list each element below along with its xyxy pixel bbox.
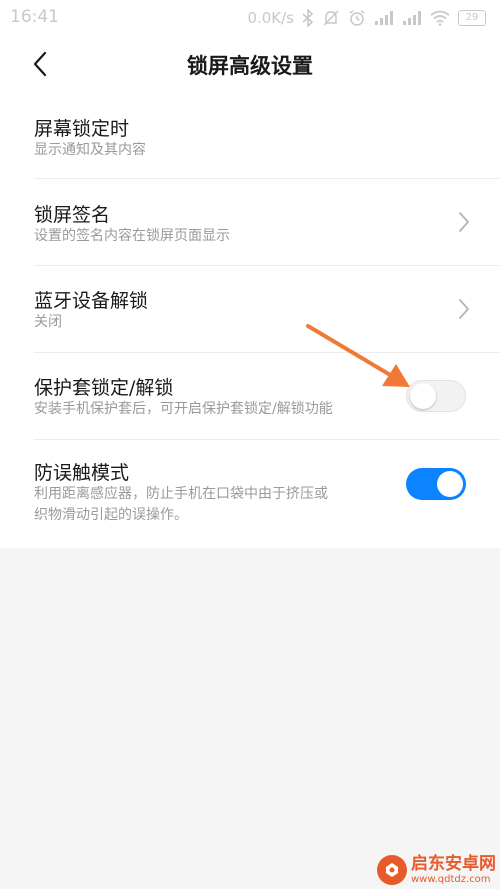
- watermark-name: 启东安卓网: [411, 854, 496, 875]
- setting-lock-screen-timer[interactable]: 屏幕锁定时 显示通知及其内容: [0, 92, 500, 178]
- setting-title: 屏幕锁定时: [34, 118, 130, 140]
- setting-subtitle: 关闭: [34, 314, 62, 330]
- setting-subtitle: 安装手机保护套后，可开启保护套锁定/解锁功能: [34, 401, 333, 417]
- setting-bluetooth-unlock[interactable]: 蓝牙设备解锁 关闭: [0, 266, 500, 352]
- setting-subtitle: 设置的签名内容在锁屏页面显示: [34, 228, 230, 244]
- alarm-icon: [349, 10, 365, 26]
- setting-title: 锁屏签名: [34, 204, 111, 226]
- watermark-logo-icon: [377, 855, 407, 885]
- annotation-arrow: [306, 324, 410, 387]
- setting-lock-screen-signature[interactable]: 锁屏签名 设置的签名内容在锁屏页面显示: [0, 179, 500, 265]
- title-bar: 锁屏高级设置: [0, 36, 500, 92]
- setting-cover-lock-unlock: 保护套锁定/解锁 安装手机保护套后，可开启保护套锁定/解锁功能: [0, 353, 500, 439]
- status-time: 16:41: [10, 7, 59, 27]
- anti-mistouch-toggle[interactable]: [406, 468, 466, 500]
- network-speed: 0.0K/s: [247, 9, 294, 27]
- setting-title: 保护套锁定/解锁: [34, 377, 174, 399]
- page-title: 锁屏高级设置: [187, 54, 313, 78]
- setting-subtitle: 织物滑动引起的误操作。: [34, 507, 188, 523]
- wifi-icon: [430, 10, 450, 26]
- bluetooth-icon: [302, 9, 314, 27]
- status-bar: 16:41 0.0K/s 29: [0, 0, 500, 36]
- settings-list: 屏幕锁定时 显示通知及其内容 锁屏签名 设置的签名内容在锁屏页面显示 蓝牙设备解…: [0, 92, 500, 548]
- signal-icon: [403, 11, 421, 25]
- toggle-knob: [437, 471, 463, 497]
- setting-title: 防误触模式: [34, 462, 130, 484]
- status-icons: 0.0K/s 29: [247, 8, 486, 28]
- setting-subtitle: 利用距离感应器，防止手机在口袋中由于挤压或: [34, 486, 328, 502]
- dnd-icon: [323, 10, 339, 26]
- signal-icon: [375, 11, 393, 25]
- watermark-url: www.qdtdz.com: [411, 873, 491, 885]
- setting-subtitle: 显示通知及其内容: [34, 142, 146, 158]
- chevron-right-icon: [459, 299, 469, 319]
- watermark: 启东安卓网 www.qdtdz.com: [377, 855, 496, 885]
- setting-title: 蓝牙设备解锁: [34, 290, 149, 312]
- battery-icon: 29: [458, 10, 486, 26]
- setting-anti-mistouch: 防误触模式 利用距离感应器，防止手机在口袋中由于挤压或 织物滑动引起的误操作。: [0, 440, 500, 548]
- chevron-right-icon: [459, 212, 469, 232]
